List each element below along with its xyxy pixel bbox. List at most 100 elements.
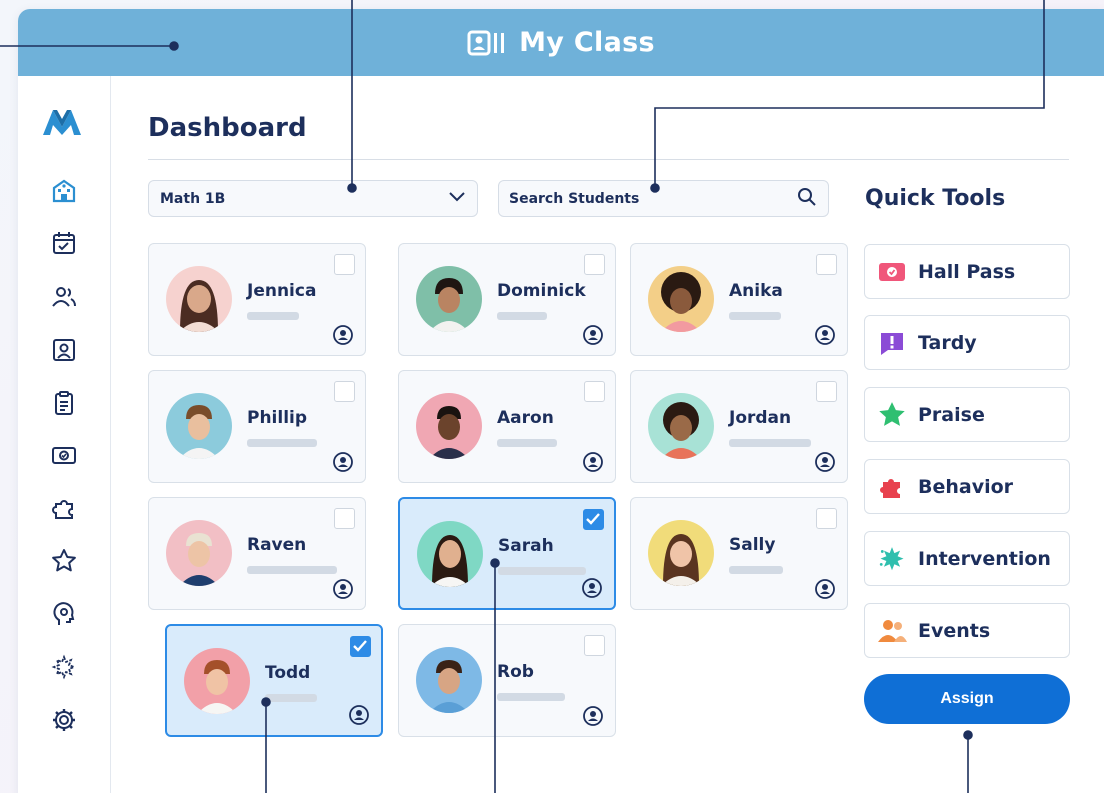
student-name: Jordan [729,408,792,428]
student-name: Sarah [498,536,554,556]
intervention-button[interactable]: Intervention [864,531,1070,586]
class-select-value: Math 1B [160,190,226,207]
student-name: Dominick [497,281,586,301]
praise-button[interactable]: Praise [864,387,1070,442]
profile-icon[interactable] [332,578,354,600]
profile-icon[interactable] [348,704,370,726]
logo-icon [41,107,83,141]
class-select[interactable]: Math 1B [148,180,478,217]
star-icon[interactable] [51,548,77,574]
student-checkbox[interactable] [334,381,355,402]
tool-label: Intervention [918,547,1051,570]
avatar-anika [648,266,714,332]
profile-icon[interactable] [581,577,603,599]
student-checkbox[interactable] [350,636,371,657]
behavior-button[interactable]: Behavior [864,459,1070,514]
profile-icon[interactable] [814,578,836,600]
student-checkbox[interactable] [334,508,355,529]
student-checkbox[interactable] [584,635,605,656]
quick-tools-title: Quick Tools [865,186,1006,211]
student-info-bar [265,694,317,702]
pass-ticket-icon[interactable] [51,442,77,468]
window-title: My Class [519,27,655,58]
student-name: Aaron [497,408,554,428]
star-icon [877,400,907,430]
student-info-bar [247,566,337,574]
assign-button[interactable]: Assign [864,674,1070,724]
tool-label: Hall Pass [918,260,1016,283]
users-icon[interactable] [51,284,77,310]
profile-icon[interactable] [582,324,604,346]
clipboard-icon[interactable] [51,390,77,416]
calendar-check-icon[interactable] [51,230,77,256]
profile-icon[interactable] [582,451,604,473]
events-button[interactable]: Events [864,603,1070,658]
avatar-jennica [166,266,232,332]
tardy-button[interactable]: Tardy [864,315,1070,370]
group-icon [877,616,907,646]
student-name: Rob [497,662,534,682]
student-card-aaron[interactable]: Aaron [398,370,616,483]
student-card-raven[interactable]: Raven [148,497,366,610]
avatar-raven [166,520,232,586]
student-card-sarah[interactable]: Sarah [398,497,616,610]
profile-icon[interactable] [814,451,836,473]
student-info-bar [498,567,586,575]
avatar-sarah [417,521,483,587]
tool-label: Events [918,619,991,642]
class-roster-icon [467,30,507,56]
avatar-aaron [416,393,482,459]
search-icon[interactable] [797,187,817,211]
profile-icon[interactable] [582,705,604,727]
hall-pass-button[interactable]: Hall Pass [864,244,1070,299]
student-name: Todd [265,663,311,683]
profile-icon[interactable] [814,324,836,346]
checkmark-icon [353,640,367,652]
checkmark-icon [586,513,600,525]
student-checkbox[interactable] [816,508,837,529]
tool-label: Behavior [918,475,1014,498]
burst-icon[interactable] [51,654,77,680]
tardy-icon [877,328,907,358]
hall-pass-icon [877,257,907,287]
student-checkbox[interactable] [583,509,604,530]
school-icon[interactable] [51,177,77,203]
student-info-bar [497,693,565,701]
profile-card-icon[interactable] [51,337,77,363]
student-card-jennica[interactable]: Jennica [148,243,366,356]
avatar-sally [648,520,714,586]
avatar-phillip [166,393,232,459]
app-window: My Class Dashboard Math 1B Search Studen… [18,9,1104,793]
puzzle-icon [877,472,907,502]
avatar-jordan [648,393,714,459]
student-checkbox[interactable] [816,254,837,275]
student-checkbox[interactable] [816,381,837,402]
student-info-bar [247,312,299,320]
student-name: Phillip [247,408,308,428]
student-card-rob[interactable]: Rob [398,624,616,737]
gear-icon[interactable] [51,707,77,733]
divider [148,159,1069,160]
student-card-phillip[interactable]: Phillip [148,370,366,483]
student-name: Jennica [247,281,317,301]
avatar-todd [184,648,250,714]
profile-icon[interactable] [332,451,354,473]
puzzle-icon[interactable] [51,495,77,521]
head-insight-icon[interactable] [51,601,77,627]
student-checkbox[interactable] [584,381,605,402]
student-card-todd[interactable]: Todd [165,624,383,737]
student-info-bar [497,312,547,320]
student-card-dominick[interactable]: Dominick [398,243,616,356]
student-card-anika[interactable]: Anika [630,243,848,356]
search-placeholder: Search Students [509,190,640,207]
profile-icon[interactable] [332,324,354,346]
student-info-bar [729,312,781,320]
student-checkbox[interactable] [334,254,355,275]
tool-label: Praise [918,403,985,426]
tool-label: Tardy [918,331,977,354]
student-card-sally[interactable]: Sally [630,497,848,610]
student-checkbox[interactable] [584,254,605,275]
student-card-jordan[interactable]: Jordan [630,370,848,483]
sidebar [18,76,111,793]
search-input[interactable]: Search Students [498,180,829,217]
